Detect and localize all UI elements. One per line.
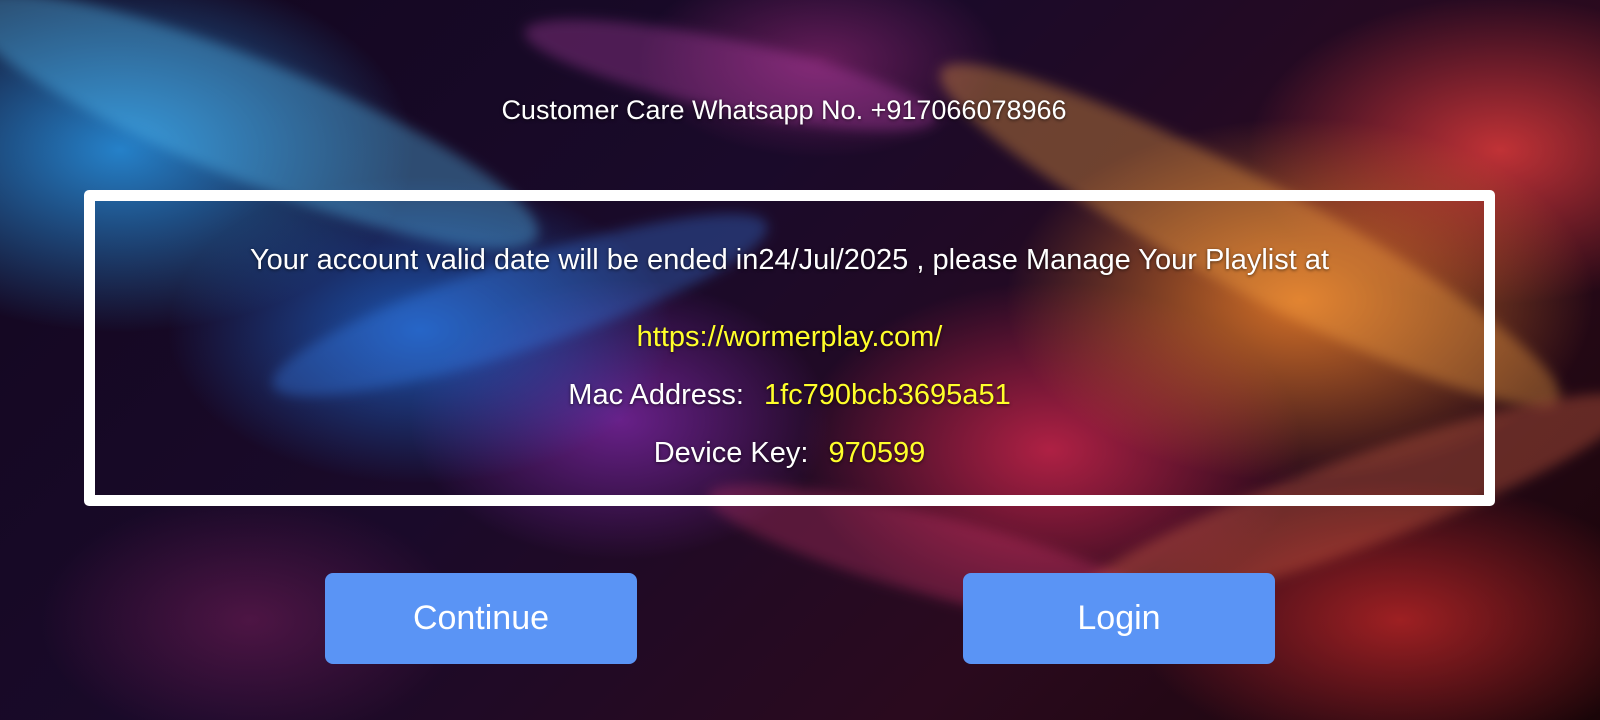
account-info-panel: Your account valid date will be ended in…: [84, 190, 1495, 506]
mac-address-value: 1fc790bcb3695a51: [763, 379, 1011, 411]
device-key-label: Device Key:: [653, 437, 809, 469]
continue-button[interactable]: Continue: [325, 573, 637, 664]
device-key-row: Device Key: 970599: [95, 437, 1484, 470]
mac-address-row: Mac Address: 1fc790bcb3695a51: [95, 379, 1484, 412]
customer-care-text: Customer Care Whatsapp No. +917066078966: [501, 95, 1067, 125]
device-key-value: 970599: [828, 437, 926, 469]
expiry-message: Your account valid date will be ended in…: [249, 244, 1330, 276]
login-button[interactable]: Login: [963, 573, 1275, 664]
playlist-url: https://wormerplay.com/: [636, 321, 943, 353]
mac-address-label: Mac Address:: [568, 379, 744, 411]
background-smoke-wisp: [517, 0, 943, 153]
